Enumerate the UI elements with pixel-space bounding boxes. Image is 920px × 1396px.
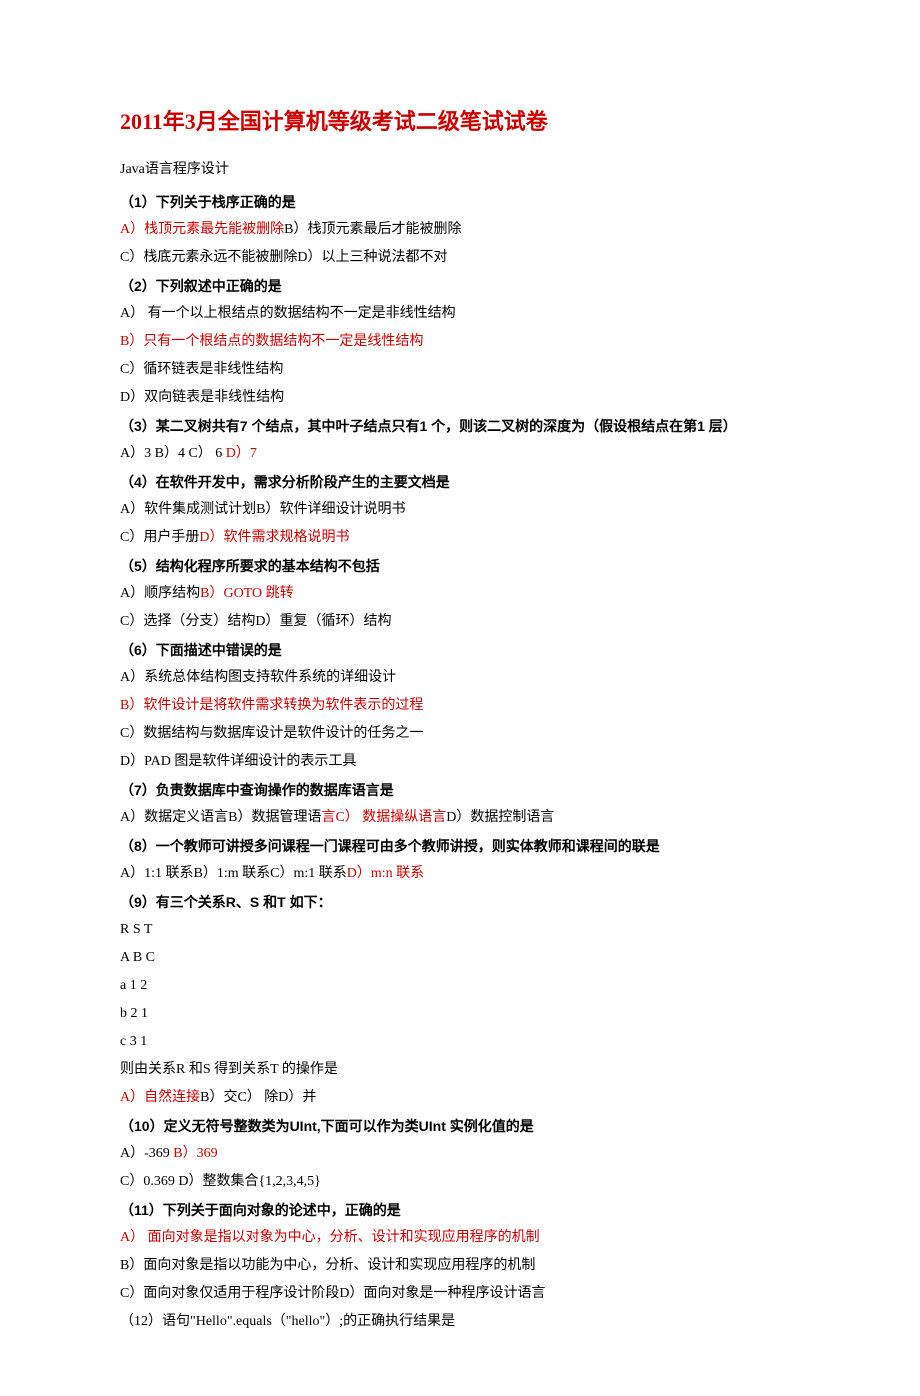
q7-post: D）数据控制语言 — [446, 810, 554, 825]
q9-r4: b 2 1 — [120, 1000, 800, 1028]
q10-line1-red: B）369 — [173, 1146, 217, 1161]
q5-line2: C）选择（分支）结构D）重复（循环）结构 — [120, 608, 800, 636]
q10-line2: C）0.369 D）整数集合{1,2,3,4,5} — [120, 1168, 800, 1196]
q6-opt-c: C）数据结构与数据库设计是软件设计的任务之一 — [120, 720, 800, 748]
q11-stem: （11）下列关于面向对象的论述中，正确的是 — [120, 1196, 800, 1224]
q5-line1: A）顺序结构B）GOTO 跳转 — [120, 580, 800, 608]
q9-r5: c 3 1 — [120, 1028, 800, 1056]
q8-stem: （8）一个教师可讲授多问课程一门课程可由多个教师讲授，则实体教师和课程间的联是 — [120, 832, 800, 860]
q7-opts: A）数据定义语言B）数据管理语言C） 数据操纵语言D）数据控制语言 — [120, 804, 800, 832]
q7-stem: （7）负责数据库中查询操作的数据库语言是 — [120, 776, 800, 804]
q1-line1: A）栈顶元素最先能被删除B）栈顶元素最后才能被删除 — [120, 216, 800, 244]
q9-r2: A B C — [120, 944, 800, 972]
q9-r1: R S T — [120, 916, 800, 944]
q4-stem: （4）在软件开发中，需求分析阶段产生的主要文档是 — [120, 468, 800, 496]
q2-opt-c: C）循环链表是非线性结构 — [120, 356, 800, 384]
q1-opt-a: A）栈顶元素最先能被删除 — [120, 222, 284, 237]
q9-r3: a 1 2 — [120, 972, 800, 1000]
q4-line2: C）用户手册D）软件需求规格说明书 — [120, 524, 800, 552]
q9-r6: 则由关系R 和S 得到关系T 的操作是 — [120, 1056, 800, 1084]
q2-stem: （2）下列叙述中正确的是 — [120, 272, 800, 300]
exam-title: 2011年3月全国计算机等级考试二级笔试试卷 — [120, 100, 800, 144]
q8-opts: A）1:1 联系B）1:m 联系C）m:1 联系D）m:n 联系 — [120, 860, 800, 888]
q11-opt-b: B）面向对象是指以功能为中心，分析、设计和实现应用程序的机制 — [120, 1252, 800, 1280]
q9-opts: A）自然连接B）交C） 除D）并 — [120, 1084, 800, 1112]
q5-stem: （5）结构化程序所要求的基本结构不包括 — [120, 552, 800, 580]
q4-line2-red: D）软件需求规格说明书 — [199, 530, 349, 545]
q6-opt-a: A）系统总体结构图支持软件系统的详细设计 — [120, 664, 800, 692]
q4-line2-pre: C）用户手册 — [120, 530, 199, 545]
q3-opt-d: D）7 — [226, 446, 257, 461]
q7-pre: A）数据定义语言B）数据管理语 — [120, 810, 321, 825]
q3-opts-pre: A）3 B）4 C） 6 — [120, 446, 226, 461]
q1-line2: C）栈底元素永远不能被删除D）以上三种说法都不对 — [120, 244, 800, 272]
q1-opt-b: B）栈顶元素最后才能被删除 — [284, 222, 461, 237]
q11-opt-a: A） 面向对象是指以对象为中心，分析、设计和实现应用程序的机制 — [120, 1224, 800, 1252]
q10-stem: （10）定义无符号整数类为UInt,下面可以作为类UInt 实例化值的是 — [120, 1112, 800, 1140]
q3-opts: A）3 B）4 C） 6 D）7 — [120, 440, 800, 468]
q9-stem: （9）有三个关系R、S 和T 如下： — [120, 888, 800, 916]
q8-pre: A）1:1 联系B）1:m 联系C）m:1 联系 — [120, 866, 347, 881]
q8-red: D）m:n 联系 — [347, 866, 424, 881]
exam-subtitle: Java语言程序设计 — [120, 156, 800, 184]
q12-stem: （12）语句"Hello".equals（"hello"）;的正确执行结果是 — [120, 1308, 800, 1336]
q1-stem: （1）下列关于栈序正确的是 — [120, 188, 800, 216]
q6-stem: （6）下面描述中错误的是 — [120, 636, 800, 664]
q5-line1-pre: A）顺序结构 — [120, 586, 200, 601]
q2-opt-a: A） 有一个以上根结点的数据结构不一定是非线性结构 — [120, 300, 800, 328]
q3-stem: （3）某二叉树共有7 个结点，其中叶子结点只有1 个，则该二叉树的深度为（假设根… — [120, 412, 800, 440]
q10-line1: A）-369 B）369 — [120, 1140, 800, 1168]
q9-opt-red: A）自然连接 — [120, 1090, 200, 1105]
q2-opt-b: B）只有一个根结点的数据结构不一定是线性结构 — [120, 328, 800, 356]
q2-opt-d: D）双向链表是非线性结构 — [120, 384, 800, 412]
q11-opt-c: C）面向对象仅适用于程序设计阶段D）面向对象是一种程序设计语言 — [120, 1280, 800, 1308]
q7-red: 言C） 数据操纵语言 — [321, 810, 446, 825]
q4-line1: A）软件集成测试计划B）软件详细设计说明书 — [120, 496, 800, 524]
q9-opt-post: B）交C） 除D）并 — [200, 1090, 316, 1105]
q10-line1-pre: A）-369 — [120, 1146, 173, 1161]
q6-opt-d: D）PAD 图是软件详细设计的表示工具 — [120, 748, 800, 776]
q6-opt-b: B）软件设计是将软件需求转换为软件表示的过程 — [120, 692, 800, 720]
q5-line1-red: B）GOTO 跳转 — [200, 586, 293, 601]
